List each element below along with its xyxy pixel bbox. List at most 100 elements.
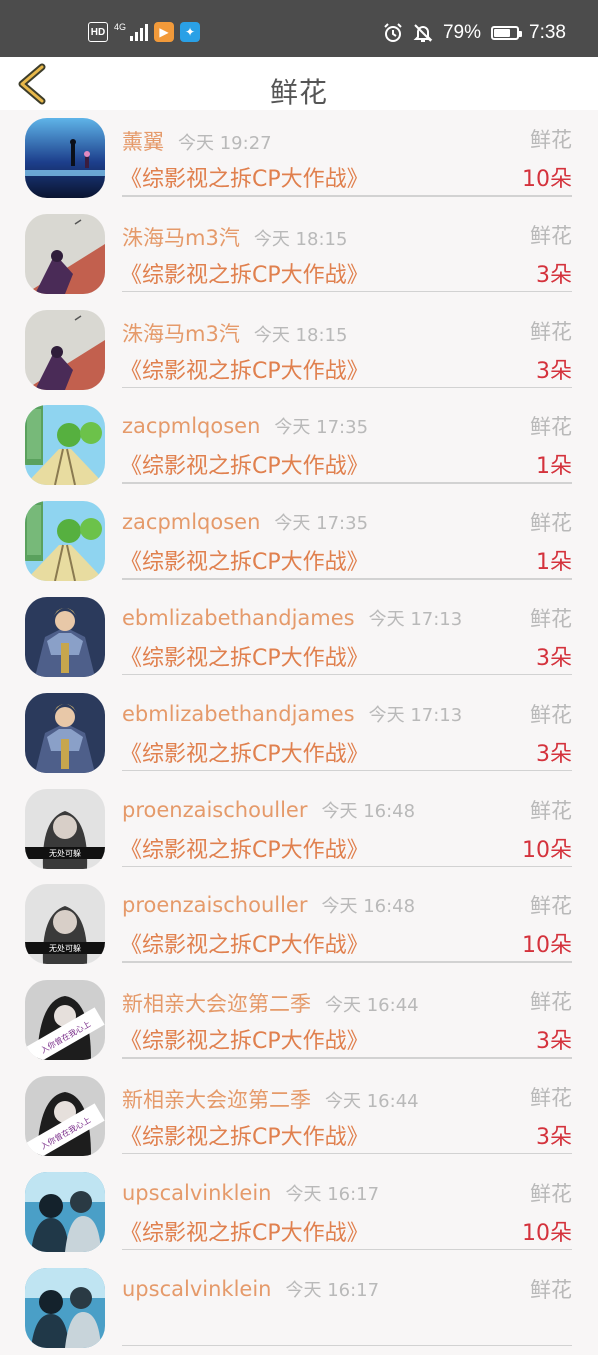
record-username-line: upscalvinklein 今天 16:17: [122, 1180, 379, 1206]
night-figures-avatar[interactable]: [25, 118, 105, 198]
record-time: 今天 19:27: [178, 133, 272, 154]
record-gift-type: 鲜花: [530, 990, 572, 1015]
record-username-line: upscalvinklein 今天 16:17: [122, 1276, 379, 1302]
record-username[interactable]: zacpmlqosen: [122, 414, 260, 438]
record-gift-count: 3朵: [536, 358, 572, 384]
hd-badge: HD: [88, 22, 108, 42]
row-divider: [122, 769, 572, 772]
anime-couple-avatar[interactable]: [25, 213, 105, 294]
record-username[interactable]: 薰翼: [122, 130, 164, 154]
record-time: 今天 16:44: [325, 1090, 419, 1112]
record-username-line: zacpmlqosen 今天 17:35: [122, 509, 368, 535]
record-show-title[interactable]: 《综影视之拆CP大作战》: [120, 736, 369, 768]
gift-record-row[interactable]: zacpmlqosen 今天 17:35 鲜花《综影视之拆CP大作战》 1朵: [0, 493, 598, 589]
record-username-line: 洙海马m3汽 今天 18:15: [122, 318, 347, 348]
battery-icon: [491, 26, 523, 40]
railway-scene-avatar[interactable]: [25, 501, 105, 582]
record-gift-type: 鲜花: [530, 319, 572, 344]
record-time: 今天 16:17: [285, 1279, 380, 1301]
record-show-title[interactable]: 《综影视之拆CP大作战》: [120, 257, 369, 289]
record-gift-count: 10朵: [522, 167, 572, 192]
record-time: 今天 16:48: [321, 896, 416, 918]
gift-record-row[interactable]: 无处可躲 proenzaischouller 今天 16:48 鲜花《综影视之拆CP大…: [0, 781, 598, 877]
record-username[interactable]: 洙海马m3汽: [122, 226, 240, 250]
record-show-title[interactable]: 《综影视之拆CP大作战》: [120, 448, 369, 480]
record-show-title[interactable]: 《综影视之拆CP大作战》: [120, 1119, 369, 1151]
row-divider: [122, 1344, 572, 1347]
record-gift-count: 3朵: [536, 262, 572, 288]
row-divider: [122, 1152, 572, 1155]
row-divider: [122, 865, 572, 868]
record-username-line: zacpmlqosen 今天 17:35: [122, 413, 368, 439]
record-show-title[interactable]: 《综影视之拆CP大作战》: [120, 544, 369, 576]
record-username[interactable]: ebmlizabethandjames: [122, 702, 355, 726]
record-gift-type: 鲜花: [530, 511, 572, 536]
armored-warrior-avatar[interactable]: [25, 692, 105, 773]
record-show-title[interactable]: 《综影视之拆CP大作战》: [120, 1023, 369, 1055]
record-username-line: 新相亲大会迩第二季 今天 16:44: [122, 1084, 419, 1114]
gift-record-row[interactable]: 入你曾在我心上 新相亲大会迩第二季 今天 16:44 鲜花《综影视之拆CP大作战》 3朵: [0, 972, 598, 1068]
gift-record-row[interactable]: 洙海马m3汽 今天 18:15 鲜花《综影视之拆CP大作战》 3朵: [0, 206, 598, 302]
gift-record-row[interactable]: zacpmlqosen 今天 17:35 鲜花 《综影视之拆CP大作战》 1朵: [0, 397, 598, 493]
row-divider: [122, 961, 572, 963]
armored-warrior-avatar[interactable]: [25, 596, 105, 677]
record-gift-type: 鲜花: [530, 798, 572, 823]
record-show-title[interactable]: 《综影视之拆CP大作战》: [120, 927, 369, 959]
record-time: 今天 16:44: [325, 995, 419, 1017]
record-gift-type: 鲜花: [530, 223, 572, 248]
gift-record-row[interactable]: 入你曾在我心上 新相亲大会迩第二季 今天 16:44 鲜花 《综影视之拆CP大作战》 3朵: [0, 1068, 598, 1164]
girl-portrait-avatar[interactable]: 无处可躲: [25, 788, 105, 869]
record-gift-count: 1朵: [536, 550, 572, 576]
svg-text:无处可躲: 无处可躲: [49, 848, 81, 858]
gift-record-row[interactable]: 无处可躲 proenzaischouller 今天 16:48 鲜花《综影视之拆CP大…: [0, 876, 598, 972]
lightbulb-app-icon: ✦: [180, 22, 201, 42]
record-username[interactable]: 新相亲大会迩第二季: [122, 992, 311, 1016]
record-time: 今天 16:17: [285, 1183, 380, 1205]
record-username-line: proenzaischouller 今天 16:48: [122, 892, 415, 918]
record-gift-type: 鲜花: [530, 1085, 572, 1110]
record-username[interactable]: upscalvinklein: [122, 1277, 271, 1301]
record-show-title[interactable]: 《综影视之拆CP大作战》: [120, 640, 369, 672]
row-divider: [122, 673, 572, 676]
girl-portrait-avatar[interactable]: 无处可躲: [25, 884, 105, 965]
record-username[interactable]: proenzaischouller: [122, 893, 307, 917]
bw-girl-avatar[interactable]: 入你曾在我心上: [25, 1075, 105, 1156]
record-username-line: proenzaischouller 今天 16:48: [122, 797, 415, 823]
record-time: 今天 17:35: [274, 513, 369, 535]
status-left-icons: HD 4G ▶ ✦: [88, 22, 201, 42]
gift-record-row[interactable]: ebmlizabethandjames 今天 17:13 鲜花 《综影视之拆CP大作战…: [0, 589, 598, 685]
record-gift-type: 鲜花: [530, 894, 572, 919]
record-username[interactable]: proenzaischouller: [122, 798, 307, 822]
record-username[interactable]: ebmlizabethandjames: [122, 606, 355, 630]
record-show-title[interactable]: 《综影视之拆CP大作战》: [120, 161, 369, 193]
record-gift-count: 3朵: [536, 1029, 572, 1055]
record-time: 今天 18:15: [253, 228, 348, 250]
record-gift-count: 10朵: [522, 933, 572, 959]
alarm-icon: [384, 23, 402, 42]
gift-record-row[interactable]: ebmlizabethandjames 今天 17:13 鲜花 《综影视之拆CP大作战…: [0, 685, 598, 781]
record-username-line: 新相亲大会迩第二季 今天 16:44: [122, 988, 419, 1018]
record-show-title[interactable]: 《综影视之拆CP大作战》: [120, 832, 369, 864]
record-show-title[interactable]: 《综影视之拆CP大作战》: [120, 1215, 369, 1247]
record-username[interactable]: upscalvinklein: [122, 1181, 271, 1205]
row-divider: [122, 1248, 572, 1251]
row-divider: [122, 482, 572, 484]
signal-icon: 4G: [114, 23, 149, 41]
record-username-line: 薰翼 今天 19:27: [122, 126, 272, 156]
nav-bar: 鲜花: [0, 57, 598, 110]
record-show-title[interactable]: 《综影视之拆CP大作战》: [120, 353, 369, 385]
record-time: 今天 17:13: [368, 608, 463, 630]
gift-record-row[interactable]: 薰翼 今天 19:27 鲜花 《综影视之拆CP大作战》 10朵: [0, 110, 598, 206]
gift-record-row[interactable]: 洙海马m3汽 今天 18:15 鲜花《综影视之拆CP大作战》 3朵: [0, 302, 598, 398]
bw-girl-avatar[interactable]: 入你曾在我心上: [25, 980, 105, 1061]
record-username[interactable]: 新相亲大会迩第二季: [122, 1088, 311, 1112]
row-divider: [122, 195, 572, 197]
gift-record-row[interactable]: upscalvinklein 今天 16:17 鲜花 《综影视之拆CP大作战》 10朵: [0, 1164, 598, 1260]
record-username[interactable]: 洙海马m3汽: [122, 322, 240, 346]
anime-couple-avatar[interactable]: [25, 309, 105, 390]
record-time: 今天 18:15: [253, 324, 348, 346]
gift-record-row[interactable]: upscalvinklein 今天 16:17 鲜花: [0, 1260, 598, 1355]
record-username[interactable]: zacpmlqosen: [122, 510, 260, 534]
two-people-avatar[interactable]: [25, 1171, 105, 1252]
railway-scene-avatar[interactable]: [25, 405, 105, 486]
